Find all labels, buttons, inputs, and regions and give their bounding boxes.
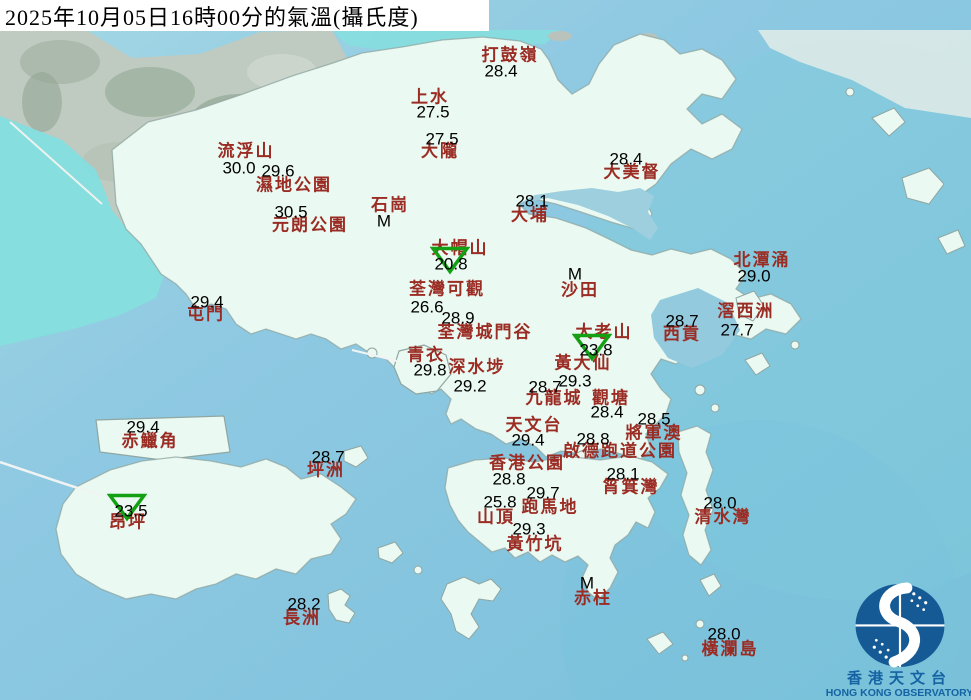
station-value: 23.5 <box>114 503 147 520</box>
station-value: 27.5 <box>425 131 458 148</box>
station-value: 29.6 <box>261 163 294 180</box>
station-name: 荃灣可觀 <box>409 281 485 298</box>
station-layer: 28.4打鼓嶺27.5上水27.5大隴30.0流浮山29.6濕地公園28.4大美… <box>0 0 971 700</box>
station-value: 27.7 <box>720 322 753 339</box>
station-value: 28.4 <box>609 151 642 168</box>
station-value: 28.4 <box>590 404 623 421</box>
station-value: 20.8 <box>434 256 467 273</box>
station-value: 28.7 <box>528 379 561 396</box>
station-value: 28.0 <box>707 626 740 643</box>
map-title: 2025年10月05日16時00分的氣溫(攝氏度) <box>0 0 419 32</box>
station-value: 29.7 <box>526 485 559 502</box>
station-value: 28.4 <box>484 63 517 80</box>
station-value: 30.5 <box>274 204 307 221</box>
logo-text-chinese: 香港天文台 <box>847 671 952 688</box>
station-value: 29.2 <box>453 378 486 395</box>
hko-logo-icon <box>852 582 948 671</box>
station-value: 28.1 <box>515 193 548 210</box>
station-value: M <box>377 213 391 230</box>
station-value: 29.4 <box>511 432 544 449</box>
station-value: 25.8 <box>483 494 516 511</box>
station-name: 滘西洲 <box>718 303 775 320</box>
station-value: 28.7 <box>665 313 698 330</box>
station-value: 28.8 <box>492 471 525 488</box>
station-name: 沙田 <box>561 282 599 299</box>
station-value: 28.7 <box>311 449 344 466</box>
station-value: 29.4 <box>126 419 159 436</box>
station-value: 23.8 <box>579 342 612 359</box>
station-value: 29.3 <box>512 521 545 538</box>
station-value: 28.9 <box>441 310 474 327</box>
station-name: 流浮山 <box>218 143 275 160</box>
station-value: 28.5 <box>637 411 670 428</box>
station-value: 27.5 <box>416 104 449 121</box>
station-value: 29.0 <box>737 268 770 285</box>
station-value: 28.8 <box>576 431 609 448</box>
hko-logo: 香港天文台 HONG KONG OBSERVATORY <box>828 582 971 700</box>
station-value: 28.2 <box>287 596 320 613</box>
station-value: 28.0 <box>703 495 736 512</box>
station-value: 29.4 <box>190 294 223 311</box>
temperature-map-screen: 2025年10月05日16時00分的氣溫(攝氏度) 28.4打鼓嶺27.5上水2… <box>0 0 971 700</box>
station-value: M <box>568 266 582 283</box>
station-value: 29.8 <box>413 362 446 379</box>
station-name: 深水埗 <box>449 359 506 376</box>
station-value: 29.3 <box>558 373 591 390</box>
logo-text-english: HONG KONG OBSERVATORY <box>826 687 971 700</box>
station-value: M <box>580 575 594 592</box>
station-value: 28.1 <box>606 466 639 483</box>
title-bar: 2025年10月05日16時00分的氣溫(攝氏度) <box>0 0 489 31</box>
station-value: 30.0 <box>222 160 255 177</box>
station-value: 26.6 <box>410 299 443 316</box>
